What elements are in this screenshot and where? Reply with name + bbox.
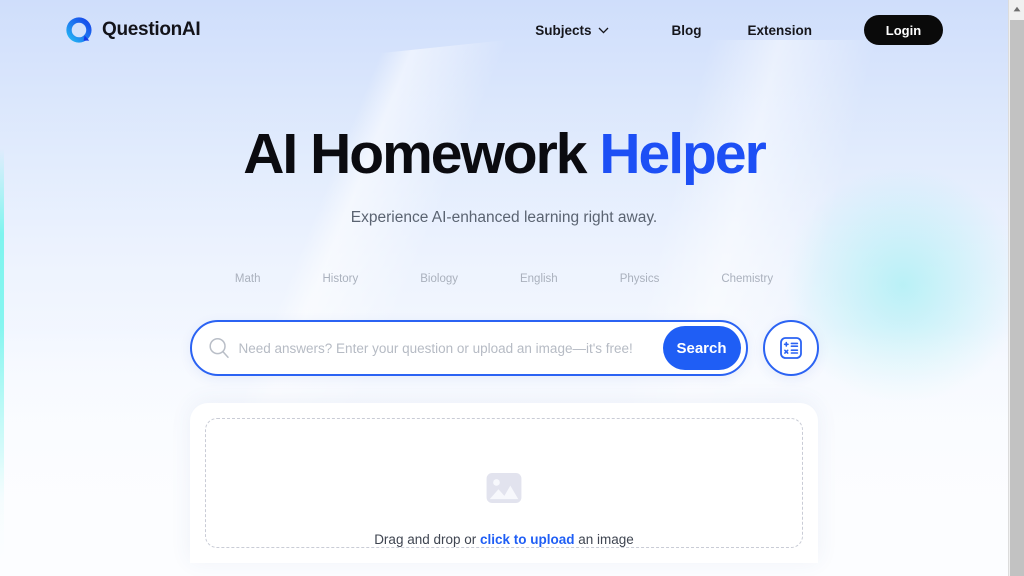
scrollbar-up-button[interactable] (1009, 0, 1024, 18)
search-button[interactable]: Search (662, 326, 741, 370)
questionai-logo-icon (66, 17, 92, 43)
search-input[interactable] (238, 322, 663, 374)
nav-item-extension[interactable]: Extension (747, 17, 812, 44)
brand-name: QuestionAI (102, 19, 201, 40)
nav-item-subjects[interactable]: Subjects (535, 17, 609, 44)
dropzone-prompt: Drag and drop or click to upload an imag… (374, 532, 634, 547)
browser-viewport: QuestionAI Subjects Blog Extension Login (0, 0, 1024, 576)
dropzone-prompt-suffix: an image (574, 532, 634, 547)
login-button[interactable]: Login (864, 15, 943, 45)
subject-chip-history[interactable]: History (322, 273, 358, 285)
headline-main: AI Homework (243, 122, 587, 186)
calculator-button[interactable] (762, 320, 819, 376)
main-navigation: Subjects Blog Extension Login (535, 15, 943, 45)
nav-item-blog[interactable]: Blog (671, 17, 701, 44)
hero-subtitle: Experience AI-enhanced learning right aw… (350, 209, 658, 226)
scrollbar-thumb[interactable] (1010, 20, 1024, 576)
dropzone-prompt-prefix: Drag and drop or (374, 532, 480, 547)
page-content: QuestionAI Subjects Blog Extension Login (0, 0, 1008, 576)
headline-accent: Helper (599, 122, 766, 186)
subject-chip-biology[interactable]: Biology (420, 273, 458, 285)
search-bar[interactable]: Search (189, 320, 748, 376)
subject-list: Math History Biology English Physics Che… (0, 273, 1008, 285)
calculator-icon (779, 337, 802, 359)
subject-chip-physics[interactable]: Physics (620, 273, 660, 285)
image-dropzone[interactable]: Drag and drop or click to upload an imag… (205, 418, 803, 548)
hero-section: AI Homework Helper Experience AI-enhance… (0, 60, 1008, 227)
page-title: AI Homework Helper (0, 126, 1008, 183)
nav-item-extension-label: Extension (747, 22, 812, 38)
scroll-up-arrow-icon (1013, 6, 1021, 12)
brand-logo[interactable]: QuestionAI (65, 16, 201, 44)
subject-chip-math[interactable]: Math (235, 273, 261, 285)
dropzone-upload-link[interactable]: click to upload (480, 532, 575, 547)
scrollbar[interactable] (1008, 0, 1024, 576)
subject-chip-chemistry[interactable]: Chemistry (721, 273, 773, 285)
subject-chip-english[interactable]: English (520, 273, 558, 285)
image-placeholder-icon (486, 472, 522, 504)
search-row: Search (0, 320, 1008, 376)
nav-item-blog-label: Blog (671, 22, 702, 38)
nav-item-subjects-label: Subjects (535, 22, 592, 38)
site-header: QuestionAI Subjects Blog Extension Login (0, 0, 1008, 60)
chevron-down-icon (599, 27, 609, 34)
upload-card: Drag and drop or click to upload an imag… (190, 403, 818, 563)
search-icon (208, 338, 229, 359)
